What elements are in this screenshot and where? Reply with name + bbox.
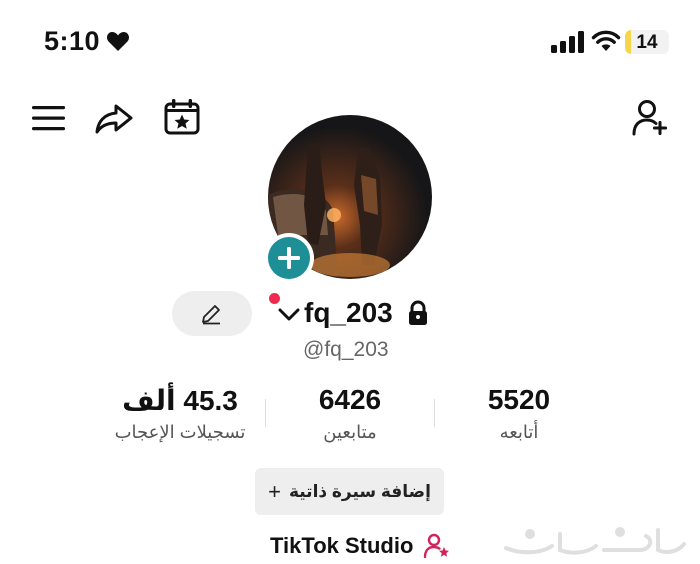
likes-count[interactable]: 45.3 ألف xyxy=(90,384,270,417)
live-status-dot xyxy=(269,293,280,304)
plus-icon xyxy=(278,247,300,269)
battery-icon: 14 xyxy=(625,30,669,54)
menu-icon[interactable] xyxy=(29,98,69,138)
signal-icon xyxy=(551,31,584,53)
add-bio-label: إضافة سيرة ذاتية xyxy=(288,481,431,501)
status-time: 5:10 xyxy=(44,26,101,56)
handle-text: @fq_203 xyxy=(303,338,389,361)
edit-profile-button[interactable] xyxy=(172,291,252,336)
avatar-add-button[interactable] xyxy=(264,233,314,283)
add-user-icon[interactable] xyxy=(630,98,670,138)
following-count[interactable]: 5520 xyxy=(429,384,609,416)
calendar-star-icon[interactable] xyxy=(162,97,202,137)
share-icon[interactable] xyxy=(94,98,134,138)
add-bio-button[interactable]: إضافة سيرة ذاتية + xyxy=(255,468,444,515)
heart-icon xyxy=(107,31,129,51)
chevron-down-icon[interactable] xyxy=(278,306,300,324)
tiktok-studio-label: TikTok Studio xyxy=(270,533,414,558)
wifi-icon xyxy=(591,30,621,51)
likes-label: تسجيلات الإعجاب xyxy=(114,422,246,442)
followers-label: متابعين xyxy=(323,422,377,442)
followers-count[interactable]: 6426 xyxy=(260,384,440,416)
pencil-icon xyxy=(202,305,220,325)
lock-icon xyxy=(409,300,427,325)
username[interactable]: fq_203 xyxy=(304,297,393,329)
watermark-logo xyxy=(504,527,686,555)
studio-user-star-icon xyxy=(424,533,450,559)
tiktok-studio-link[interactable]: TikTok Studio xyxy=(270,531,451,561)
following-label: أتابعه xyxy=(499,422,539,442)
plus-icon: + xyxy=(268,478,281,504)
battery-level: 14 xyxy=(636,32,658,53)
